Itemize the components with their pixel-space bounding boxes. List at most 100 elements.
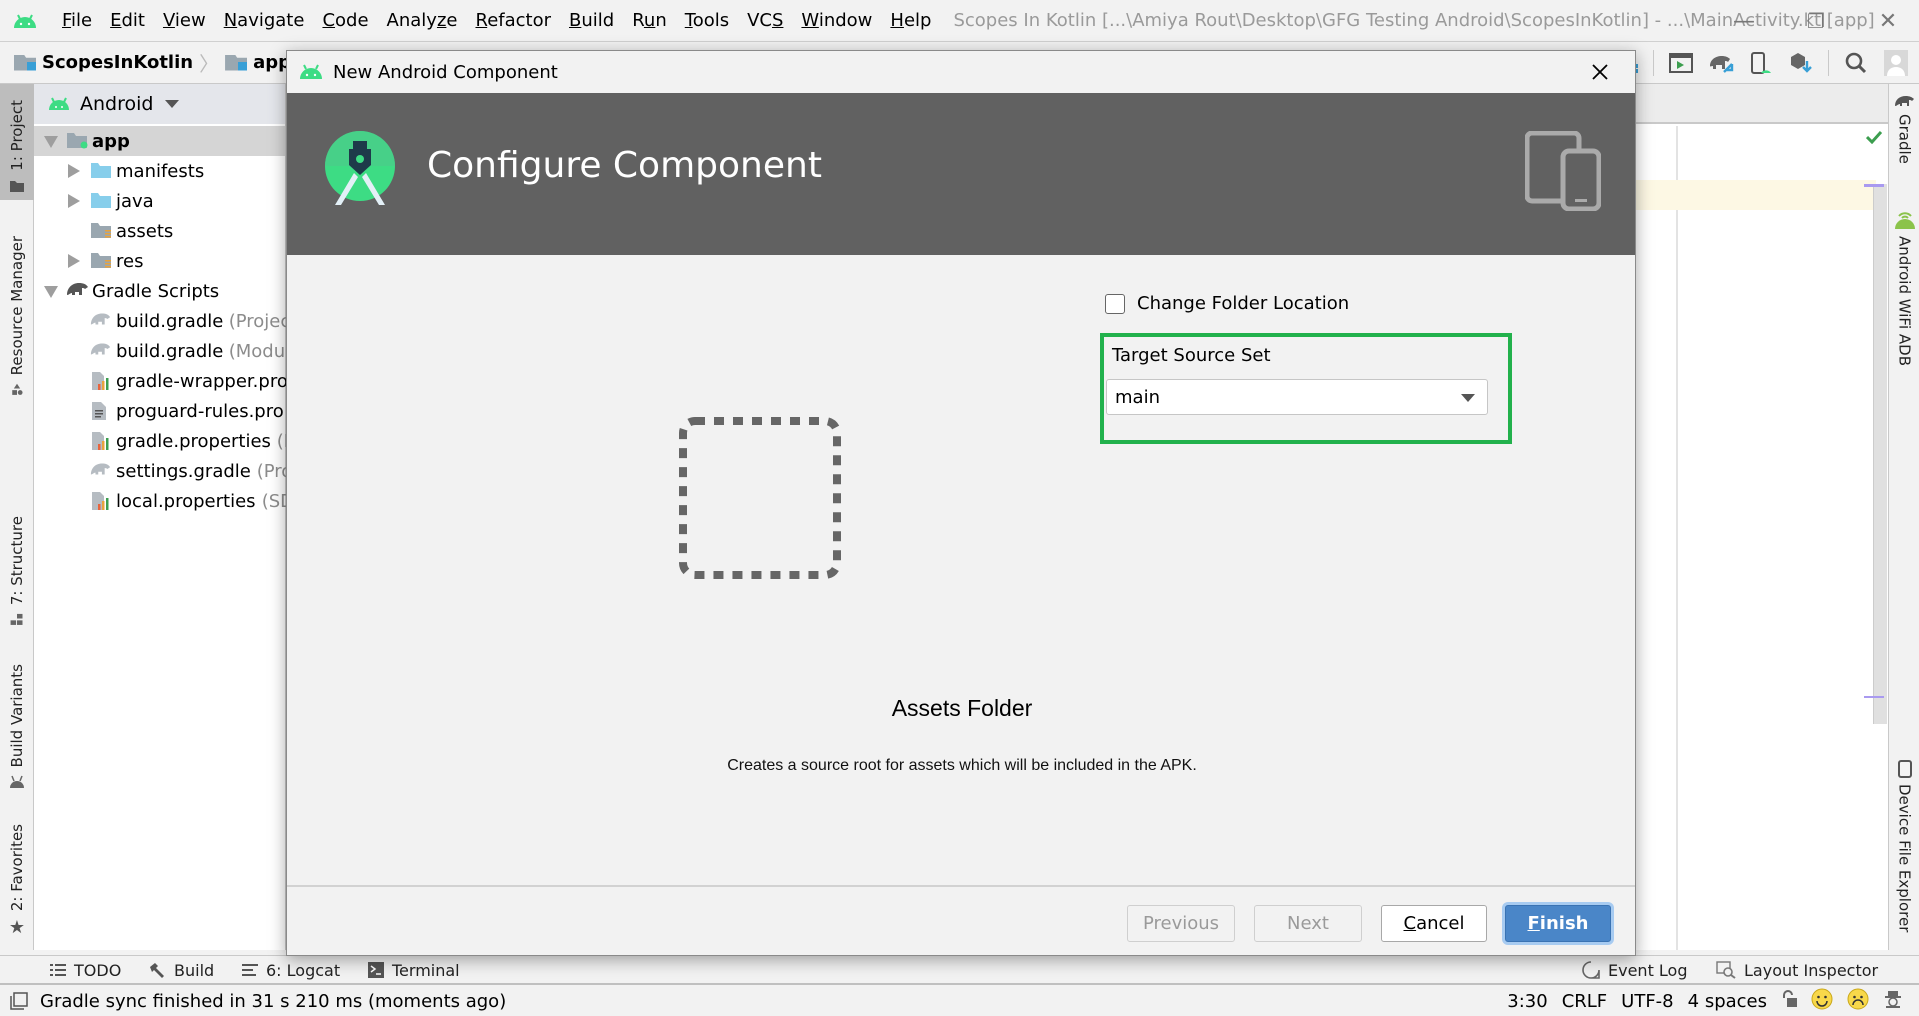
- window-close-button[interactable]: ✕: [1858, 0, 1918, 42]
- status-message[interactable]: Gradle sync finished in 31 s 210 ms (mom…: [40, 991, 506, 1012]
- breadcrumb-project[interactable]: ScopesInKotlin: [14, 52, 193, 73]
- finish-button[interactable]: Finish: [1505, 905, 1611, 942]
- indent-setting[interactable]: 4 spaces: [1688, 991, 1767, 1012]
- menu-help[interactable]: Help: [890, 10, 931, 31]
- caret-position[interactable]: 3:30: [1507, 991, 1547, 1012]
- tree-item[interactable]: local.properties (SDK: [34, 486, 306, 516]
- expand-arrow-icon[interactable]: [44, 136, 58, 148]
- tab-label: 2: Favorites: [8, 824, 26, 912]
- user-avatar-icon[interactable]: [1883, 50, 1909, 76]
- tab-gradle[interactable]: Gradle: [1889, 94, 1919, 164]
- mnemonic: T: [684, 10, 693, 31]
- check-icon: [1866, 130, 1882, 144]
- menu-window[interactable]: Window: [801, 10, 872, 31]
- toolbar-separator: [1828, 50, 1829, 76]
- menu-label: ools: [692, 10, 730, 31]
- tree-item[interactable]: assets: [34, 216, 285, 246]
- editor-scrollbar[interactable]: [1873, 184, 1887, 724]
- tab-label: Android WiFi ADB: [1895, 236, 1914, 367]
- minimize-button[interactable]: —: [1714, 0, 1774, 42]
- run-config-icon[interactable]: [1668, 50, 1694, 76]
- star-icon: ★: [8, 917, 26, 939]
- frown-icon[interactable]: [1847, 988, 1869, 1015]
- structure-icon: [10, 614, 23, 626]
- properties-file-icon: [90, 491, 110, 516]
- error-stripe-marker[interactable]: [1864, 184, 1884, 187]
- tree-item[interactable]: java: [34, 186, 285, 216]
- unlock-icon[interactable]: [1781, 989, 1797, 1013]
- menu-label: efactor: [487, 10, 551, 31]
- sdk-manager-icon[interactable]: [1788, 50, 1814, 76]
- dialog-header: Configure Component: [287, 93, 1635, 255]
- dialog-close-button[interactable]: [1585, 57, 1615, 87]
- tab-build[interactable]: Build: [148, 956, 214, 984]
- change-folder-location-checkbox[interactable]: Change Folder Location: [1105, 293, 1349, 314]
- gradle-sync-icon[interactable]: [1708, 50, 1734, 76]
- tree-item[interactable]: res: [34, 246, 285, 276]
- dialog-body: Assets Folder Creates a source root for …: [287, 255, 1635, 885]
- line-separator[interactable]: CRLF: [1562, 991, 1607, 1012]
- breadcrumb-module[interactable]: app: [225, 52, 291, 73]
- tree-item[interactable]: build.gradle (Project:: [34, 306, 303, 336]
- menu-refactor[interactable]: Refactor: [475, 10, 551, 31]
- dialog-title-bar[interactable]: New Android Component: [287, 51, 1635, 93]
- collapse-arrow-icon[interactable]: [68, 194, 80, 208]
- cancel-button[interactable]: Cancel: [1381, 905, 1487, 942]
- next-button[interactable]: Next: [1254, 905, 1362, 942]
- file-encoding[interactable]: UTF-8: [1621, 991, 1673, 1012]
- mnemonic: C: [1403, 913, 1417, 934]
- tree-item[interactable]: gradle-wrapper.prop: [34, 366, 299, 396]
- menu-view[interactable]: View: [163, 10, 206, 31]
- collapse-arrow-icon[interactable]: [68, 254, 80, 268]
- tab-event-log[interactable]: Event Log: [1582, 956, 1688, 984]
- toggle-tool-windows-icon[interactable]: [10, 992, 28, 1010]
- tree-item[interactable]: settings.gradle (Proje: [34, 456, 308, 486]
- target-source-set-dropdown[interactable]: main: [1106, 379, 1488, 415]
- chevron-down-icon: [165, 100, 180, 108]
- previous-button[interactable]: Previous: [1127, 905, 1235, 942]
- expand-arrow-icon[interactable]: [44, 286, 58, 298]
- menu-tools[interactable]: Tools: [685, 10, 729, 31]
- menu-vcs[interactable]: VCS: [747, 10, 783, 31]
- tab-android-wifi-adb[interactable]: Android WiFi ADB: [1889, 208, 1919, 366]
- tree-item[interactable]: Gradle Scripts: [34, 276, 285, 306]
- avd-manager-icon[interactable]: [1748, 50, 1774, 76]
- menu-file[interactable]: File: [62, 10, 92, 31]
- error-stripe-marker[interactable]: [1864, 696, 1884, 698]
- tab-build-variants[interactable]: Build Variants: [0, 664, 34, 794]
- menu-analyze[interactable]: Analyze: [387, 10, 458, 31]
- menu-run[interactable]: Run: [632, 10, 667, 31]
- tree-item[interactable]: build.gradle (Module: [34, 336, 301, 366]
- button-label: Previous: [1142, 913, 1220, 934]
- project-view-selector[interactable]: Android: [34, 84, 285, 124]
- mnemonic: z: [436, 10, 447, 31]
- tab-resource-manager[interactable]: Resource Manager: [0, 236, 34, 396]
- tab-project[interactable]: 1: Project: [0, 84, 34, 200]
- tree-item[interactable]: app: [34, 126, 285, 156]
- checkbox-box[interactable]: [1105, 293, 1125, 314]
- tab-favorites[interactable]: 2: Favorites ★: [0, 824, 34, 938]
- tab-terminal[interactable]: Terminal: [368, 956, 460, 984]
- tree-item[interactable]: proguard-rules.pro (P: [34, 396, 308, 426]
- menu-build[interactable]: Build: [569, 10, 614, 31]
- menu-edit[interactable]: Edit: [110, 10, 145, 31]
- main-toolbar: [1613, 42, 1909, 84]
- tree-item[interactable]: manifests: [34, 156, 285, 186]
- mnemonic: R: [475, 10, 488, 31]
- module-folder-icon: [225, 54, 248, 71]
- gradle-file-icon: [90, 341, 112, 362]
- search-icon[interactable]: [1843, 50, 1869, 76]
- collapse-arrow-icon[interactable]: [68, 164, 80, 178]
- menu-code[interactable]: Code: [322, 10, 368, 31]
- tree-item[interactable]: gradle.properties (Pro: [34, 426, 312, 456]
- tab-structure[interactable]: 7: Structure: [0, 516, 34, 626]
- inspector-hat-icon[interactable]: [1883, 989, 1903, 1014]
- tab-todo[interactable]: TODO: [50, 956, 121, 984]
- close-icon: ✕: [1878, 8, 1898, 34]
- tab-logcat[interactable]: 6: Logcat: [242, 956, 340, 984]
- menu-navigate[interactable]: Navigate: [224, 10, 305, 31]
- tab-device-file-explorer[interactable]: Device File Explorer: [1889, 760, 1919, 932]
- tab-layout-inspector[interactable]: Layout Inspector: [1716, 956, 1878, 984]
- smile-icon[interactable]: [1811, 988, 1833, 1015]
- restore-button[interactable]: ❐: [1786, 0, 1846, 42]
